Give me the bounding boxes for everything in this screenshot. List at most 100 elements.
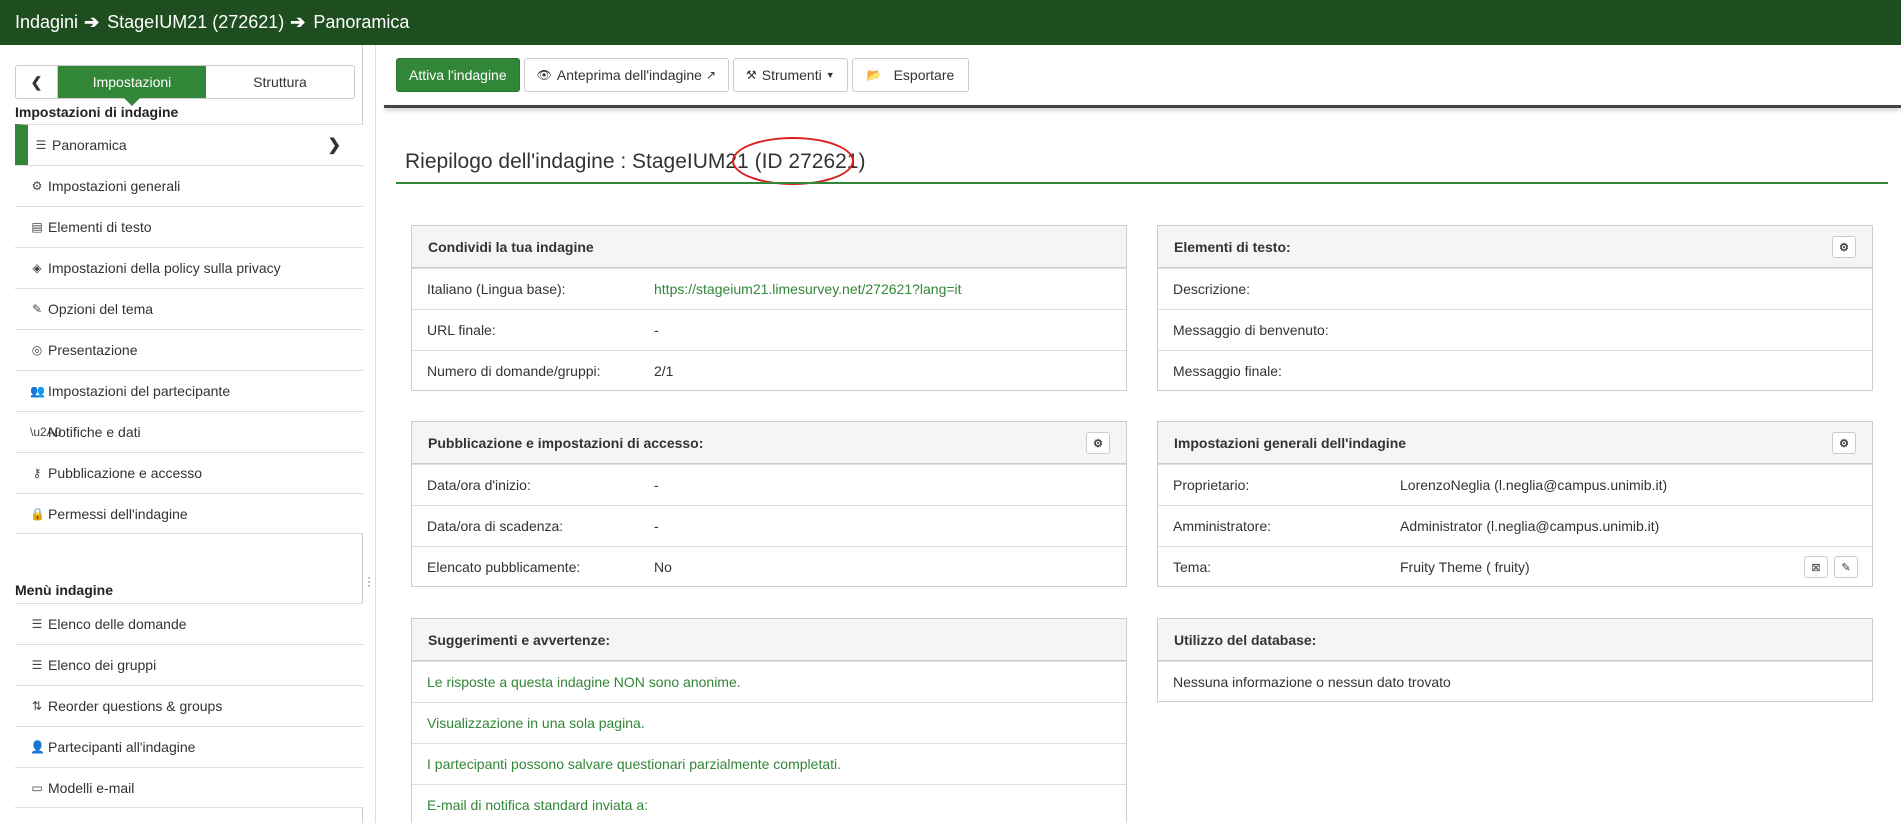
preview-survey-label: Anteprima dell'indagine	[556, 67, 702, 83]
row-label: Numero di domande/gruppi:	[427, 363, 601, 379]
sidebar-item-label: Elementi di testo	[48, 219, 152, 235]
panel-row: Messaggio di benvenuto:	[1158, 309, 1872, 350]
row-value: Administrator (l.neglia@campus.unimib.it…	[1400, 518, 1660, 534]
list-icon: ☰	[31, 658, 43, 672]
survey-menu-heading: Menù indagine	[15, 582, 113, 598]
chevron-left-icon: ❮	[30, 73, 43, 90]
panel-header: Pubblicazione e impostazioni di accesso:…	[412, 422, 1126, 464]
row-label: Descrizione:	[1173, 281, 1251, 297]
sidebar-item-label: Permessi dell'indagine	[48, 505, 188, 522]
breadcrumb-survey[interactable]: StageIUM21 (272621)	[107, 12, 284, 33]
image-icon: ⊠	[1811, 561, 1821, 574]
sidebar-item-label: Elenco delle domande	[48, 616, 187, 632]
list-icon: ☰	[35, 138, 47, 152]
export-button[interactable]: 📂 Esportare	[851, 58, 970, 92]
sidebar-item-label: Reorder questions & groups	[48, 698, 223, 714]
sort-icon: ⇅	[31, 699, 43, 713]
database-usage-panel: Utilizzo del database: Nessuna informazi…	[1157, 618, 1873, 702]
panel-row: Amministratore: Administrator (l.neglia@…	[1158, 505, 1872, 546]
list-icon: ☰	[31, 617, 43, 631]
row-label: Elencato pubblicamente:	[427, 559, 581, 575]
paint-brush-icon: ✎	[31, 302, 43, 316]
activate-survey-button[interactable]: Attiva l'indagine	[396, 58, 520, 92]
row-value: Fruity Theme ( fruity)	[1400, 559, 1530, 575]
sidebar: ❮ Impostazioni Struttura Impostazioni di…	[0, 45, 363, 823]
top-breadcrumb-bar: Indagini ➔ StageIUM21 (272621) ➔ Panoram…	[0, 0, 1901, 45]
sidebar-item-overview[interactable]: ☰ Panoramica ❯	[15, 124, 363, 165]
sidebar-item-label: Impostazioni generali	[48, 178, 181, 194]
breadcrumb-surveys[interactable]: Indagini	[15, 12, 78, 33]
row-label: Proprietario:	[1173, 477, 1250, 493]
panel-row: Descrizione:	[1158, 268, 1872, 309]
tools-icon: ⚒	[746, 68, 757, 82]
folder-open-icon: 📂	[866, 68, 882, 82]
grip-icon: · · ·	[367, 570, 371, 592]
arrow-right-icon: ➔	[84, 12, 100, 32]
sidebar-item-label: Impostazioni della policy sulla privacy	[48, 260, 281, 276]
theme-edit-button[interactable]: ✎	[1834, 556, 1858, 578]
eye-icon: 👁	[536, 68, 552, 82]
survey-menu: ☰ Elenco delle domande ☰ Elenco dei grup…	[15, 603, 363, 808]
panel-header: Impostazioni generali dell'indagine ⚙	[1158, 422, 1872, 464]
row-value: LorenzoNeglia (l.neglia@campus.unimib.it…	[1400, 477, 1668, 493]
panel-row: Tema: Fruity Theme ( fruity) ⊠ ✎	[1158, 546, 1872, 587]
sidebar-item-text-elements[interactable]: ▤ Elementi di testo	[15, 206, 363, 247]
row-value: No	[654, 559, 672, 575]
tab-settings[interactable]: Impostazioni	[58, 66, 206, 106]
hint-row: Le risposte a questa indagine NON sono a…	[412, 661, 1126, 702]
panel-title: Elementi di testo:	[1174, 238, 1291, 255]
tools-dropdown-button[interactable]: ⚒ Strumenti ▼	[733, 58, 848, 92]
panel-title: Pubblicazione e impostazioni di accesso:	[428, 434, 704, 451]
user-icon: 👤	[30, 740, 45, 754]
sidebar-item-question-list[interactable]: ☰ Elenco delle domande	[15, 603, 363, 644]
sidebar-resize-handle[interactable]: · · ·	[363, 45, 376, 823]
sidebar-item-participants[interactable]: 👤 Partecipanti all'indagine	[15, 726, 363, 767]
row-label: Data/ora di scadenza:	[427, 518, 564, 534]
arrow-right-icon: ➔	[290, 12, 306, 32]
sidebar-item-label: Pubblicazione e accesso	[48, 465, 203, 481]
preview-survey-button[interactable]: 👁 Anteprima dell'indagine ↗	[523, 58, 730, 92]
settings-menu: ☰ Panoramica ❯ ⚙ Impostazioni generali ▤…	[15, 124, 363, 534]
sidebar-item-label: Elenco dei gruppi	[48, 657, 157, 673]
toolbar-divider	[384, 105, 1901, 108]
survey-url-link[interactable]: https://stageium21.limesurvey.net/272621…	[654, 281, 962, 297]
tools-label: Strumenti	[761, 67, 822, 83]
sidebar-item-general-settings[interactable]: ⚙ Impostazioni generali	[15, 165, 363, 206]
panel-row: Elencato pubblicamente: No	[412, 546, 1126, 587]
edit-text-elements-button[interactable]: ⚙	[1832, 236, 1856, 258]
panel-title: Suggerimenti e avvertenze:	[412, 619, 1126, 661]
sidebar-item-label: Partecipanti all'indagine	[48, 739, 196, 755]
edit-publication-button[interactable]: ⚙	[1086, 432, 1110, 454]
sidebar-item-email-templates[interactable]: ▭ Modelli e-mail	[15, 767, 363, 808]
sidebar-item-publication-access[interactable]: ⚷ Pubblicazione e accesso	[15, 452, 363, 493]
collapse-sidebar-button[interactable]: ❮	[16, 66, 58, 98]
sidebar-item-privacy-policy[interactable]: ◈ Impostazioni della policy sulla privac…	[15, 247, 363, 288]
row-label: URL finale:	[427, 322, 496, 338]
sidebar-item-notifications[interactable]: \u2A0 Notifiche e dati	[15, 411, 363, 452]
sidebar-item-theme-options[interactable]: ✎ Opzioni del tema	[15, 288, 363, 329]
sidebar-item-presentation[interactable]: ◎ Presentazione	[15, 329, 363, 370]
text-elements-panel: Elementi di testo: ⚙ Descrizione: Messag…	[1157, 225, 1873, 391]
publication-access-panel: Pubblicazione e impostazioni di accesso:…	[411, 421, 1127, 587]
general-settings-panel: Impostazioni generali dell'indagine ⚙ Pr…	[1157, 421, 1873, 587]
row-label: Data/ora d'inizio:	[427, 477, 531, 493]
tab-structure[interactable]: Struttura	[206, 66, 354, 98]
key-icon: ⚷	[32, 466, 42, 480]
edit-general-settings-button[interactable]: ⚙	[1832, 432, 1856, 454]
sidebar-item-permissions[interactable]: 🔒 Permessi dell'indagine	[15, 493, 363, 534]
row-value: 2/1	[654, 363, 674, 379]
sidebar-item-group-list[interactable]: ☰ Elenco dei gruppi	[15, 644, 363, 685]
sidebar-item-label: Notifiche e dati	[48, 424, 141, 440]
sidebar-item-label: Opzioni del tema	[48, 301, 154, 317]
panel-row: Proprietario: LorenzoNeglia (l.neglia@ca…	[1158, 464, 1872, 505]
panel-row: Messaggio finale:	[1158, 350, 1872, 391]
sidebar-item-reorder[interactable]: ⇅ Reorder questions & groups	[15, 685, 363, 726]
row-label: Messaggio di benvenuto:	[1173, 322, 1329, 338]
sidebar-item-participant-settings[interactable]: 👥 Impostazioni del partecipante	[15, 370, 363, 411]
sidebar-item-label: Presentazione	[48, 342, 138, 358]
panel-title: Condividi la tua indagine	[412, 226, 1126, 268]
row-label: Tema:	[1173, 559, 1212, 575]
window-icon: ▭	[31, 780, 43, 795]
panel-row: Italiano (Lingua base): https://stageium…	[412, 268, 1126, 309]
theme-preview-button[interactable]: ⊠	[1804, 556, 1828, 578]
